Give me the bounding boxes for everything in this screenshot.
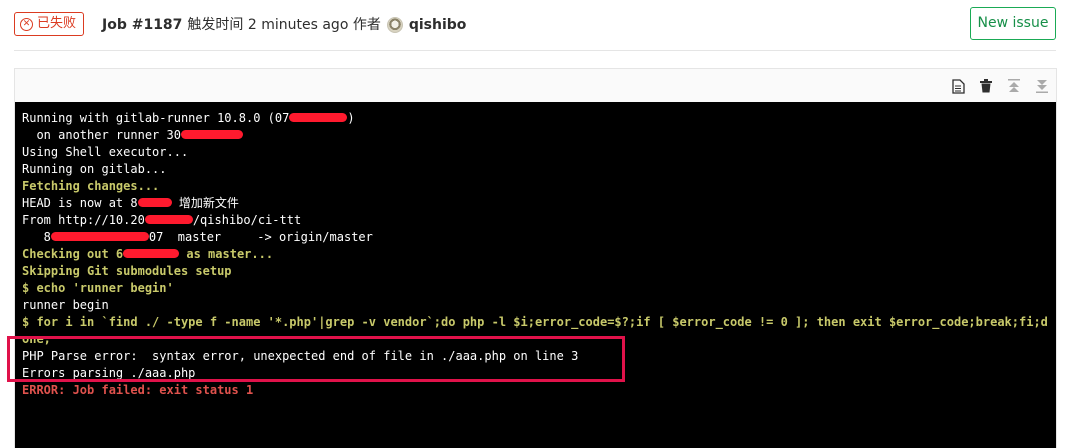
new-issue-button[interactable]: New issue bbox=[970, 7, 1056, 40]
log-line: Running with gitlab-runner 10.8.0 (07) bbox=[22, 111, 355, 125]
status-label: 已失败 bbox=[37, 16, 77, 31]
x-circle-icon: ✕ bbox=[20, 17, 33, 31]
log-line: Errors parsing ./aaa.php bbox=[22, 366, 196, 380]
log-line: runner begin bbox=[22, 298, 109, 312]
log-line: Running on gitlab... bbox=[22, 162, 167, 176]
log-toolbar bbox=[950, 77, 1050, 95]
redaction-mark bbox=[123, 248, 180, 258]
log-line: Fetching changes... bbox=[22, 179, 160, 193]
scroll-bottom-icon[interactable] bbox=[1034, 77, 1050, 95]
job-header: ✕ 已失败 Job #1187 触发时间 2 minutes ago 作者 qi… bbox=[14, 7, 1056, 51]
log-line: Checking out 6 as master... bbox=[22, 247, 274, 261]
log-line: ERROR: Job failed: exit status 1 bbox=[22, 383, 254, 397]
status-badge[interactable]: ✕ 已失败 bbox=[14, 12, 85, 36]
scroll-top-icon[interactable] bbox=[1006, 77, 1022, 95]
log-line: on another runner 30 bbox=[22, 127, 1049, 144]
log-line: $ echo 'runner begin' bbox=[22, 281, 174, 295]
log-line: one; bbox=[22, 332, 51, 346]
log-line: PHP Parse error: syntax error, unexpecte… bbox=[22, 349, 579, 363]
log-line: Using Shell executor... bbox=[22, 145, 189, 159]
raw-log-icon[interactable] bbox=[950, 77, 966, 95]
erase-trash-icon[interactable] bbox=[978, 77, 994, 95]
job-log-terminal[interactable]: Running with gitlab-runner 10.8.0 (07) o… bbox=[15, 102, 1056, 448]
avatar[interactable] bbox=[386, 17, 403, 33]
author-link[interactable]: qishibo bbox=[409, 16, 467, 34]
job-log-panel: Running with gitlab-runner 10.8.0 (07) o… bbox=[14, 68, 1057, 448]
job-id: Job #1187 bbox=[102, 17, 183, 33]
redaction-mark bbox=[50, 231, 149, 241]
redaction-mark bbox=[144, 214, 193, 224]
log-line: 8 07 master -> origin/master bbox=[22, 230, 373, 244]
triggered-text: 触发时间 2 minutes ago 作者 bbox=[187, 17, 381, 33]
log-line: $ for i in `find ./ -type f -name '*.php… bbox=[22, 315, 1048, 329]
log-line: HEAD is now at 8 增加新文件 bbox=[22, 196, 239, 210]
redaction-mark bbox=[137, 197, 172, 207]
log-line: Skipping Git submodules setup bbox=[22, 264, 232, 278]
redaction-mark bbox=[289, 112, 348, 122]
job-info: Job #1187 触发时间 2 minutes ago 作者 qishibo bbox=[102, 16, 466, 34]
log-line: From http://10.20/qishibo/ci-ttt bbox=[22, 213, 302, 227]
redaction-mark bbox=[180, 129, 243, 139]
